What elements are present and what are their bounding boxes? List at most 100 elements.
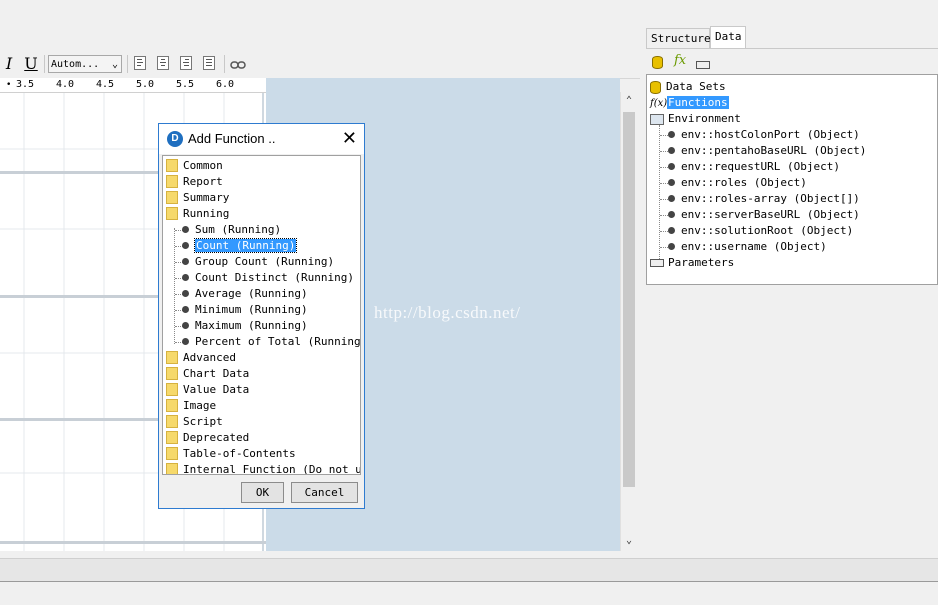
category-label: Value Data (183, 383, 250, 396)
tree-node-data-sets[interactable]: Data Sets (650, 79, 726, 95)
tree-node-parameters[interactable]: Parameters (650, 255, 734, 271)
category-internal-function[interactable]: Internal Function (Do not use) (166, 462, 360, 475)
function-icon (182, 241, 189, 249)
tree-node-env-item[interactable]: env::serverBaseURL (Object) (668, 207, 860, 223)
align-justify-icon[interactable] (203, 56, 215, 70)
function-item[interactable]: Count Distinct (Running) (182, 270, 354, 286)
tree-node-label: env::roles (Object) (681, 176, 807, 189)
tree-node-label: Parameters (668, 256, 735, 269)
link-icon[interactable] (230, 59, 246, 69)
environment-icon (650, 113, 664, 125)
vertical-scrollbar[interactable]: ⌃ ⌄ (620, 92, 637, 551)
category-running[interactable]: Running (166, 206, 229, 222)
function-label: Sum (Running) (195, 223, 282, 236)
tree-node-env-item[interactable]: env::roles (Object) (668, 175, 807, 191)
status-bar (0, 558, 938, 582)
tree-node-label: Environment (668, 112, 741, 125)
tab-structure[interactable]: Structure (646, 28, 711, 48)
align-center-icon[interactable] (157, 56, 169, 70)
category-table-of-contents[interactable]: Table-of-Contents (166, 446, 296, 462)
category-label: Summary (183, 191, 230, 204)
tree-node-environment[interactable]: Environment (650, 111, 741, 127)
align-right-icon[interactable] (180, 56, 192, 70)
function-tree: Common Report Summary Running Sum (Runni… (162, 155, 361, 475)
function-icon (182, 337, 189, 345)
category-common[interactable]: Common (166, 158, 223, 174)
toolbar-separator (44, 55, 45, 73)
italic-button[interactable]: I (0, 55, 18, 73)
ruler-tick: 4.5 (96, 79, 115, 90)
function-icon: f(x) (650, 98, 668, 109)
scroll-up-arrow-icon[interactable]: ⌃ (623, 95, 635, 106)
category-label: Chart Data (183, 367, 250, 380)
folder-icon (166, 382, 178, 396)
add-parameter-icon[interactable] (696, 58, 714, 71)
function-label: Average (Running) (195, 287, 308, 300)
cancel-button[interactable]: Cancel (291, 482, 358, 503)
tree-node-env-item[interactable]: env::requestURL (Object) (668, 159, 840, 175)
function-icon (182, 289, 189, 297)
category-label: Report (183, 175, 223, 188)
app-logo-icon: D (167, 131, 183, 147)
tree-node-env-item[interactable]: env::hostColonPort (Object) (668, 127, 860, 143)
data-tree: Data Sets f(x)Functions Environment env:… (646, 74, 938, 285)
horizontal-ruler: 3.5 4.0 4.5 5.0 5.5 6.0 • (0, 78, 266, 93)
function-item-selected[interactable]: Count (Running) (182, 238, 298, 254)
add-function-icon[interactable]: fx (674, 53, 686, 68)
function-item[interactable]: Minimum (Running) (182, 302, 308, 318)
function-item[interactable]: Group Count (Running) (182, 254, 334, 270)
tree-node-env-item[interactable]: env::roles-array (Object[]) (668, 191, 860, 207)
ruler-tick: 4.0 (56, 79, 75, 90)
align-left-icon[interactable] (134, 56, 146, 70)
tree-node-label: env::solutionRoot (Object) (681, 224, 854, 237)
category-summary[interactable]: Summary (166, 190, 229, 206)
function-icon (182, 225, 189, 233)
band-separator[interactable] (0, 541, 266, 544)
category-chart-data[interactable]: Chart Data (166, 366, 249, 382)
close-icon[interactable]: ✕ (342, 129, 357, 147)
chevron-down-icon: ⌄ (111, 59, 118, 70)
tree-node-env-item[interactable]: env::pentahoBaseURL (Object) (668, 143, 866, 159)
function-item[interactable]: Average (Running) (182, 286, 308, 302)
category-label: Table-of-Contents (183, 447, 296, 460)
category-image[interactable]: Image (166, 398, 216, 414)
category-label: Internal Function (Do not use) (183, 463, 360, 475)
field-icon (668, 194, 675, 202)
tree-node-functions[interactable]: f(x)Functions (650, 95, 729, 111)
folder-icon (166, 190, 178, 204)
font-size-select[interactable]: Autom... ⌄ (48, 55, 122, 73)
ruler-tick: 5.0 (136, 79, 155, 90)
function-item[interactable]: Percent of Total (Running) (182, 334, 360, 350)
add-function-dialog: D Add Function .. ✕ Common Report Summar… (158, 123, 365, 509)
font-size-select-value: Autom... (51, 59, 100, 70)
tree-node-label: Functions (667, 96, 729, 109)
function-icon (182, 273, 189, 281)
category-report[interactable]: Report (166, 174, 223, 190)
function-item[interactable]: Sum (Running) (182, 222, 281, 238)
category-deprecated[interactable]: Deprecated (166, 430, 249, 446)
database-icon (650, 80, 661, 94)
folder-icon (166, 174, 178, 188)
tree-node-env-item[interactable]: env::username (Object) (668, 239, 827, 255)
tab-divider (646, 48, 938, 49)
category-value-data[interactable]: Value Data (166, 382, 249, 398)
function-icon (182, 257, 189, 265)
category-advanced[interactable]: Advanced (166, 350, 236, 366)
toolbar-separator (127, 55, 128, 73)
function-item[interactable]: Maximum (Running) (182, 318, 308, 334)
function-label: Count Distinct (Running) (195, 271, 354, 284)
scroll-down-arrow-icon[interactable]: ⌄ (623, 535, 635, 546)
underline-button[interactable]: U (22, 55, 40, 73)
add-dataset-icon[interactable] (652, 55, 668, 69)
tree-node-label: env::username (Object) (681, 240, 827, 253)
parameter-icon (650, 259, 664, 267)
ok-button[interactable]: OK (241, 482, 284, 503)
category-script[interactable]: Script (166, 414, 223, 430)
folder-icon (166, 350, 178, 364)
function-label: Count (Running) (193, 238, 298, 253)
folder-icon (166, 430, 178, 444)
tree-node-env-item[interactable]: env::solutionRoot (Object) (668, 223, 853, 239)
tab-data[interactable]: Data (710, 26, 746, 48)
scrollbar-thumb[interactable] (623, 112, 635, 487)
dialog-title-bar[interactable]: D Add Function .. ✕ (159, 124, 364, 154)
